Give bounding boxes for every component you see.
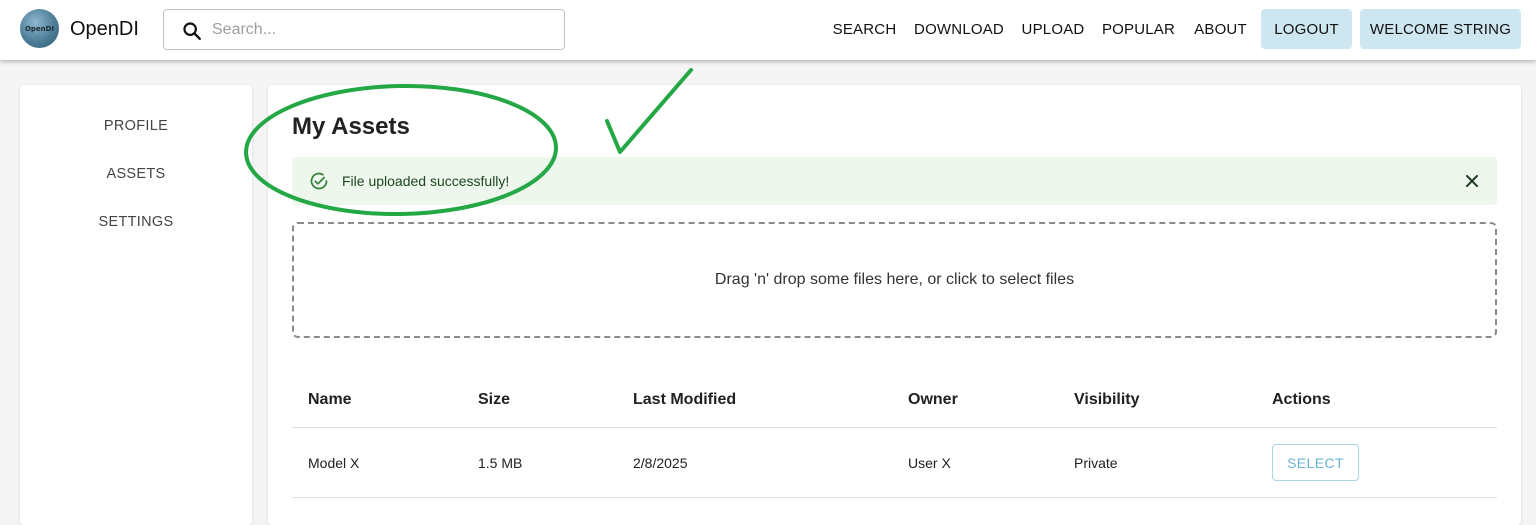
search-input[interactable] <box>212 11 552 48</box>
file-dropzone[interactable]: Drag 'n' drop some files here, or click … <box>292 222 1497 338</box>
cell-owner: User X <box>908 455 951 471</box>
opendi-logo[interactable]: OpenDI <box>20 9 59 48</box>
sidebar: PROFILE ASSETS SETTINGS <box>20 85 252 525</box>
row-divider <box>292 497 1497 498</box>
cell-name: Model X <box>308 455 360 471</box>
nav-popular[interactable]: POPULAR <box>1097 9 1180 49</box>
header-divider <box>292 427 1497 428</box>
close-icon[interactable] <box>1461 170 1483 192</box>
logout-button[interactable]: LOGOUT <box>1261 9 1352 49</box>
column-header-actions: Actions <box>1272 391 1331 408</box>
page-title: My Assets <box>292 113 410 140</box>
dropzone-text: Drag 'n' drop some files here, or click … <box>714 271 1075 288</box>
column-header-visibility: Visibility <box>1074 391 1140 408</box>
select-button[interactable]: SELECT <box>1272 444 1359 481</box>
sidebar-item-profile[interactable]: PROFILE <box>20 118 252 134</box>
check-circle-icon <box>310 172 328 190</box>
sidebar-item-settings[interactable]: SETTINGS <box>20 214 252 230</box>
alert-message: File uploaded successfully! <box>342 173 510 189</box>
cell-visibility: Private <box>1074 455 1118 471</box>
nav-search[interactable]: SEARCH <box>826 9 903 49</box>
cell-size: 1.5 MB <box>478 455 523 471</box>
search-box[interactable] <box>163 9 565 50</box>
main-panel: My Assets File uploaded successfully! Dr… <box>268 85 1521 525</box>
search-icon <box>183 22 201 40</box>
nav-upload[interactable]: UPLOAD <box>1016 9 1090 49</box>
column-header-owner: Owner <box>908 391 958 408</box>
welcome-button[interactable]: WELCOME STRING <box>1360 9 1521 49</box>
column-header-name: Name <box>308 391 352 408</box>
logo-text: OpenDI <box>24 24 55 33</box>
column-header-last-modified: Last Modified <box>633 391 737 408</box>
column-header-size: Size <box>478 391 511 408</box>
sidebar-item-assets[interactable]: ASSETS <box>20 166 252 182</box>
app-bar: OpenDI OpenDI SEARCH DOWNLOAD UPLOAD POP… <box>0 0 1536 60</box>
success-alert: File uploaded successfully! <box>292 157 1497 205</box>
brand-name[interactable]: OpenDI <box>70 18 139 40</box>
nav-download[interactable]: DOWNLOAD <box>909 9 1009 49</box>
nav-about[interactable]: ABOUT <box>1187 9 1254 49</box>
cell-last-modified: 2/8/2025 <box>633 455 688 471</box>
